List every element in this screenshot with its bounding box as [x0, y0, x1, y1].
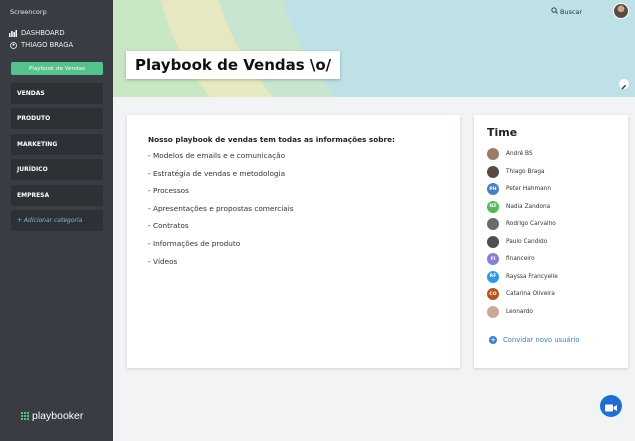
member-name: Thiago Braga	[506, 168, 545, 175]
member-avatar: FI	[487, 253, 499, 265]
member-name: Nadia Zandona	[506, 203, 551, 210]
member-avatar	[487, 235, 499, 248]
video-camera-icon	[605, 397, 617, 416]
team-member[interactable]: CO Catarina Oliveira	[487, 288, 555, 300]
member-name: Paulo Candido	[506, 238, 548, 245]
category-juridico[interactable]: JURÍDICO	[11, 159, 103, 180]
sidebar: Screencorp DASHBOARD THIAGO BRAGA Playbo…	[0, 0, 113, 441]
member-avatar	[487, 148, 499, 160]
team-member[interactable]: NZ Nadia Zandona	[487, 200, 551, 213]
content-line: - Vídeos	[148, 256, 178, 266]
member-avatar: PH	[487, 183, 499, 195]
member-avatar: CO	[487, 288, 499, 300]
member-avatar: NZ	[487, 200, 499, 213]
member-avatar	[487, 165, 499, 178]
member-name: financeiro	[506, 256, 535, 262]
nav-dashboard-label: DASHBOARD	[21, 29, 65, 37]
page-title-box: Playbook de Vendas \o/	[126, 51, 341, 79]
team-member[interactable]: Paulo Candido	[487, 235, 548, 248]
team-member[interactable]: André BS	[487, 148, 533, 160]
category-vendas[interactable]: VENDAS	[11, 83, 103, 104]
member-avatar: RF	[487, 270, 499, 283]
video-call-button[interactable]	[600, 395, 622, 417]
category-empresa[interactable]: EMPRESA	[11, 185, 103, 206]
category-produto[interactable]: PRODUTO	[11, 108, 103, 129]
content-line: - Modelos de emails e e comunicação	[148, 151, 286, 160]
invite-user-label: Convidar novo usuário	[503, 336, 580, 344]
page-header: Playbook de Vendas \o/ Buscar	[113, 0, 635, 97]
content-line: - Contratos	[148, 221, 189, 231]
logo-grid-icon	[21, 412, 29, 420]
team-member[interactable]: PH Peter Hahmann	[487, 183, 551, 195]
member-name: André BS	[506, 151, 533, 157]
pencil-icon	[621, 75, 627, 94]
invite-user-button[interactable]: + Convidar novo usuário	[489, 336, 580, 344]
user-avatar[interactable]	[613, 3, 629, 19]
playbooker-logo: playbooker	[21, 410, 83, 422]
content-intro: Nosso playbook de vendas tem todas as in…	[148, 135, 395, 144]
member-name: Catarina Oliveira	[506, 291, 555, 297]
add-category-button[interactable]: + Adicionar categoria	[11, 210, 103, 231]
search-icon	[551, 7, 558, 16]
company-name: Screencorp	[10, 8, 47, 16]
member-name: Rayssa Francyelle	[506, 273, 558, 280]
page-title: Playbook de Vendas \o/	[135, 56, 332, 74]
content-line: - Informações de produto	[148, 238, 241, 248]
nav-user-profile[interactable]: THIAGO BRAGA	[9, 41, 73, 49]
team-member[interactable]: Leonardo	[487, 305, 533, 318]
content-line: - Apresentações e propostas comerciais	[148, 203, 294, 213]
logo-text: playbooker	[32, 410, 84, 422]
content-line: - Processos	[148, 186, 189, 196]
team-member[interactable]: Thiago Braga	[487, 165, 545, 178]
member-name: Leonardo	[506, 308, 533, 315]
plus-icon: +	[489, 336, 497, 344]
member-avatar	[487, 218, 499, 230]
search-button[interactable]: Buscar	[551, 7, 582, 16]
team-title: Time	[487, 126, 518, 139]
category-marketing[interactable]: MARKETING	[11, 134, 103, 155]
nav-user-label: THIAGO BRAGA	[21, 41, 74, 49]
content-line: - Estratégia de vendas e metodologia	[148, 168, 286, 178]
user-circle-icon	[9, 41, 17, 49]
playbook-content-card: Nosso playbook de vendas tem todas as in…	[127, 115, 460, 368]
member-name: Peter Hahmann	[506, 186, 552, 192]
team-member[interactable]: FI financeiro	[487, 253, 535, 265]
playbook-button[interactable]: Playbook de Vendas	[11, 62, 103, 75]
team-card: Time André BS Thiago Braga PH Peter Hahmann…	[474, 115, 628, 368]
edit-header-button[interactable]	[619, 79, 629, 89]
search-label: Buscar	[560, 7, 583, 16]
nav-dashboard[interactable]: DASHBOARD	[9, 29, 65, 37]
bar-chart-icon	[9, 29, 17, 37]
team-member[interactable]: RF Rayssa Francyelle	[487, 270, 558, 283]
member-avatar	[487, 305, 499, 318]
member-name: Rodrigo Carvalho	[506, 221, 556, 227]
team-member[interactable]: Rodrigo Carvalho	[487, 218, 556, 230]
